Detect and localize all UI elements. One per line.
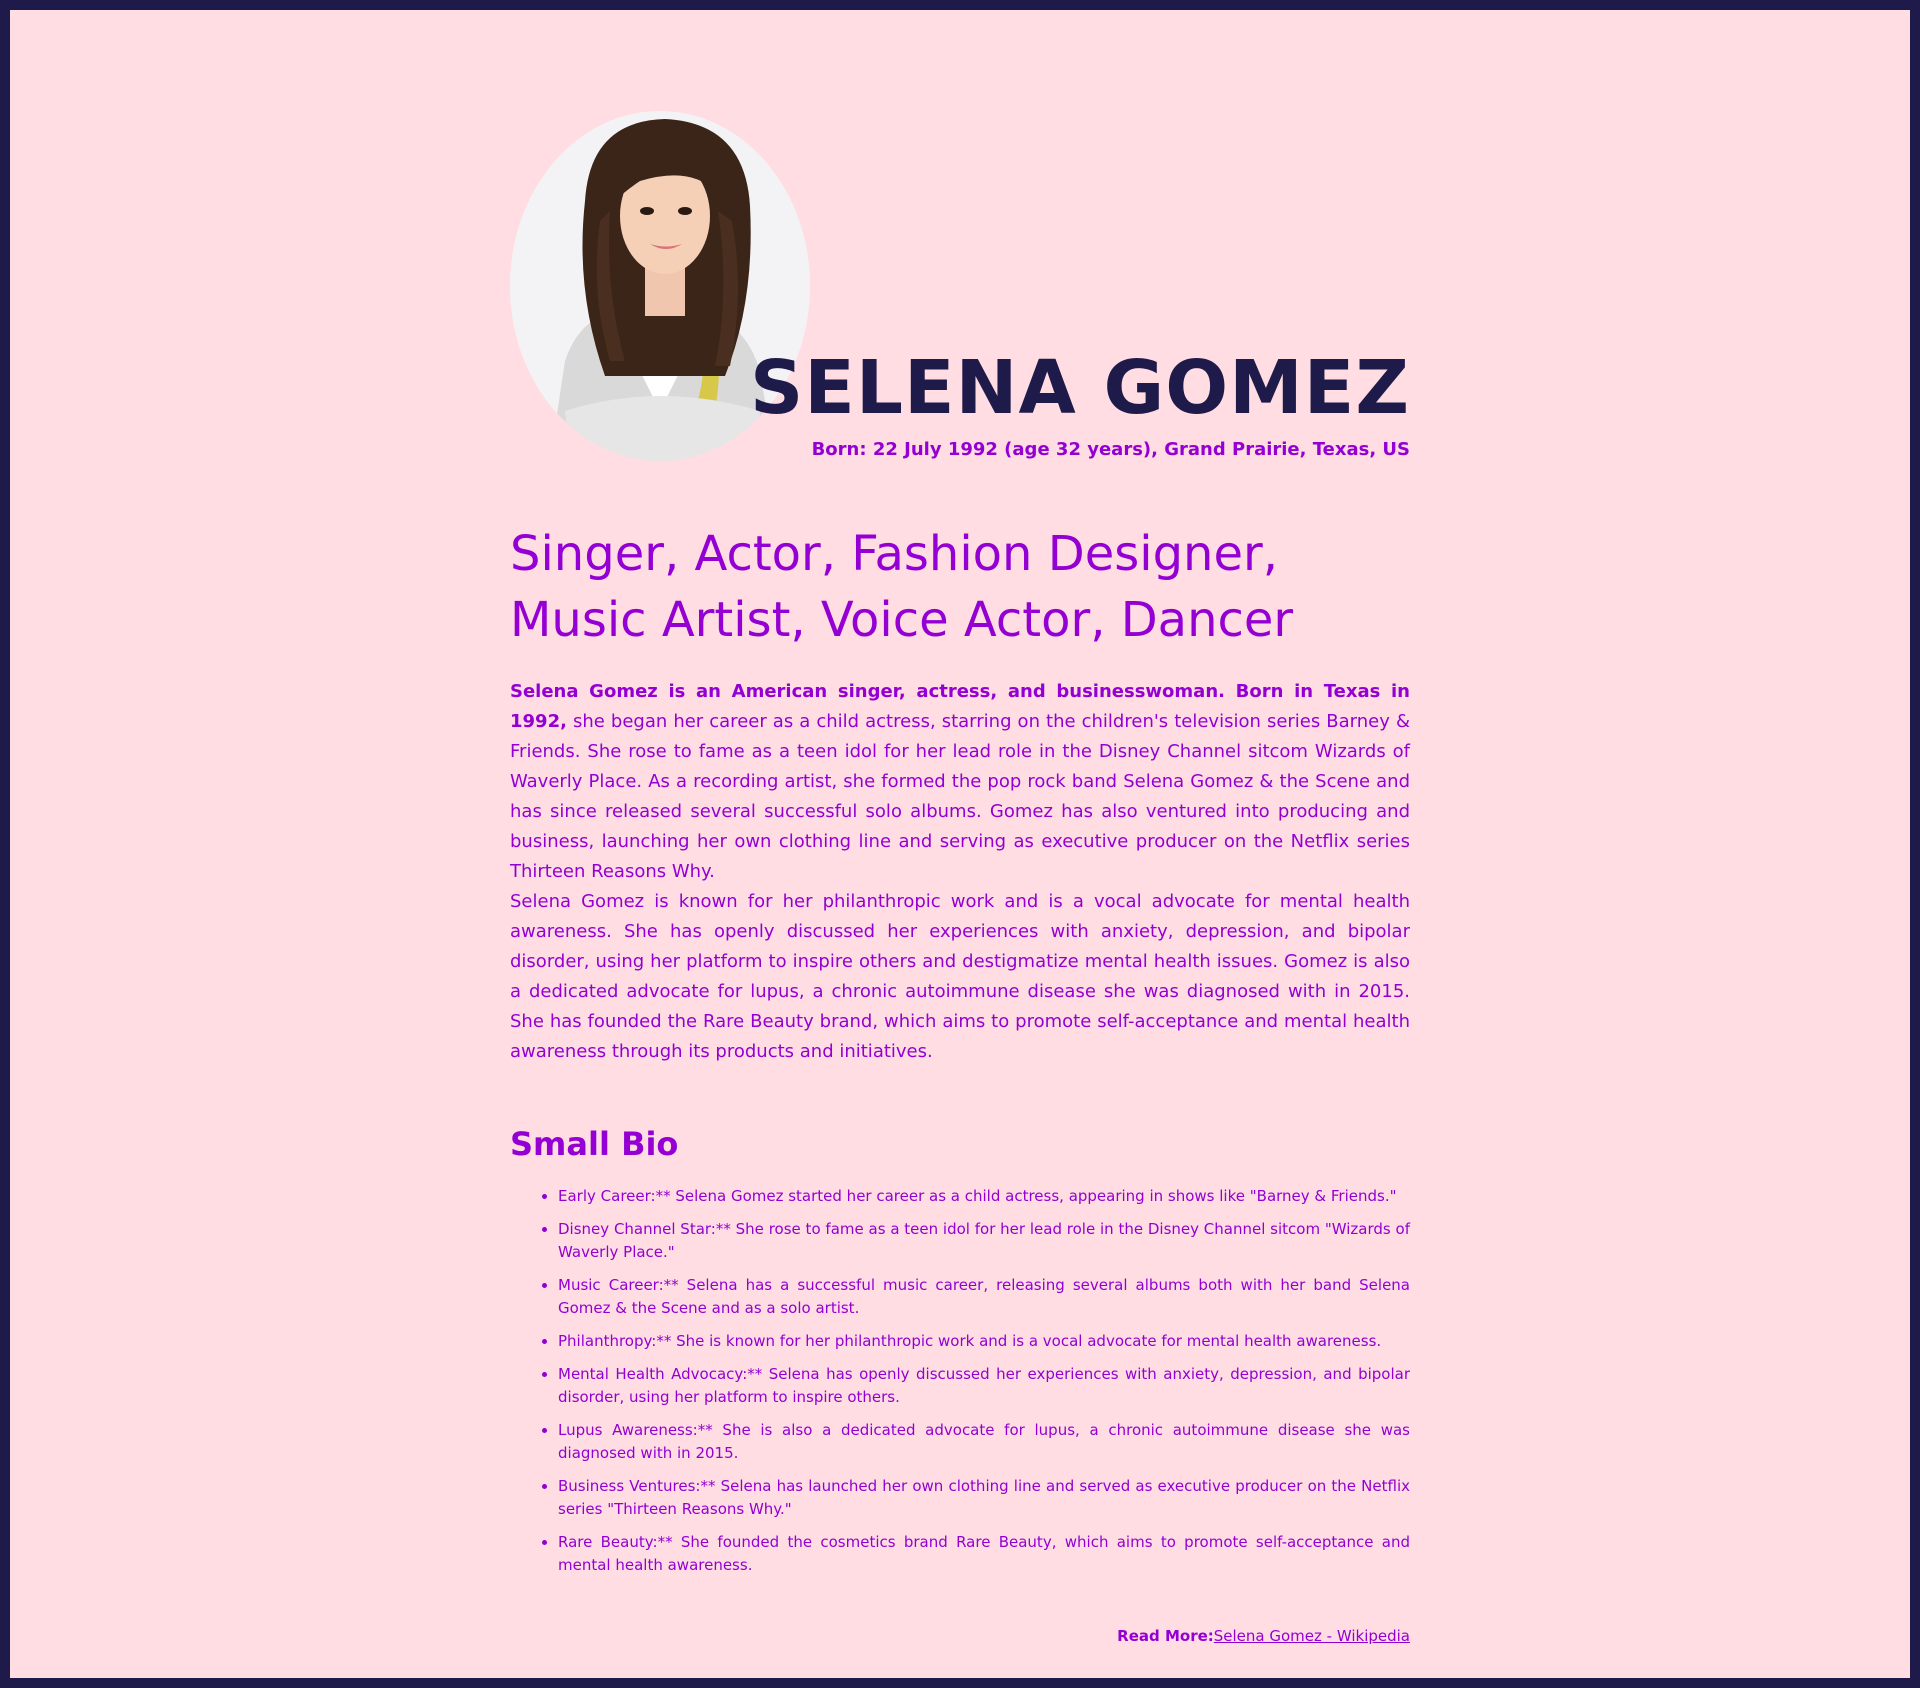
intro-paragraph-1: Selena Gomez is an American singer, actr… <box>510 677 1410 887</box>
list-item: Music Career:** Selena has a successful … <box>558 1274 1410 1320</box>
read-more: Read More:Selena Gomez - Wikipedia <box>510 1627 1410 1645</box>
list-item: Mental Health Advocacy:** Selena has ope… <box>558 1363 1410 1409</box>
list-item: Business Ventures:** Selena has launched… <box>558 1475 1410 1521</box>
page-frame: SELENA GOMEZ Born: 22 July 1992 (age 32 … <box>10 10 1910 1678</box>
intro-text: Selena Gomez is an American singer, actr… <box>510 677 1410 1067</box>
wikipedia-link[interactable]: Selena Gomez - Wikipedia <box>1214 1627 1410 1645</box>
profile-header: SELENA GOMEZ Born: 22 July 1992 (age 32 … <box>510 111 1410 471</box>
list-item: Philanthropy:** She is known for her phi… <box>558 1330 1410 1353</box>
read-more-label: Read More: <box>1117 1627 1214 1645</box>
list-item: Rare Beauty:** She founded the cosmetics… <box>558 1531 1410 1577</box>
small-bio-title: Small Bio <box>510 1125 679 1163</box>
list-item: Early Career:** Selena Gomez started her… <box>558 1185 1410 1208</box>
born-info: Born: 22 July 1992 (age 32 years), Grand… <box>811 439 1410 460</box>
intro-lead-rest: she began her career as a child actress,… <box>510 711 1410 882</box>
list-item: Disney Channel Star:** She rose to fame … <box>558 1218 1410 1264</box>
small-bio-list: Early Career:** Selena Gomez started her… <box>510 1185 1410 1577</box>
list-item: Lupus Awareness:** She is also a dedicat… <box>558 1419 1410 1465</box>
profile-name: SELENA GOMEZ <box>749 345 1410 431</box>
intro-paragraph-2: Selena Gomez is known for her philanthro… <box>510 891 1410 1062</box>
profile-container: SELENA GOMEZ Born: 22 July 1992 (age 32 … <box>510 111 1410 1645</box>
name-block: SELENA GOMEZ Born: 22 July 1992 (age 32 … <box>750 351 1410 460</box>
roles-heading: Singer, Actor, Fashion Designer, Music A… <box>510 526 1294 648</box>
